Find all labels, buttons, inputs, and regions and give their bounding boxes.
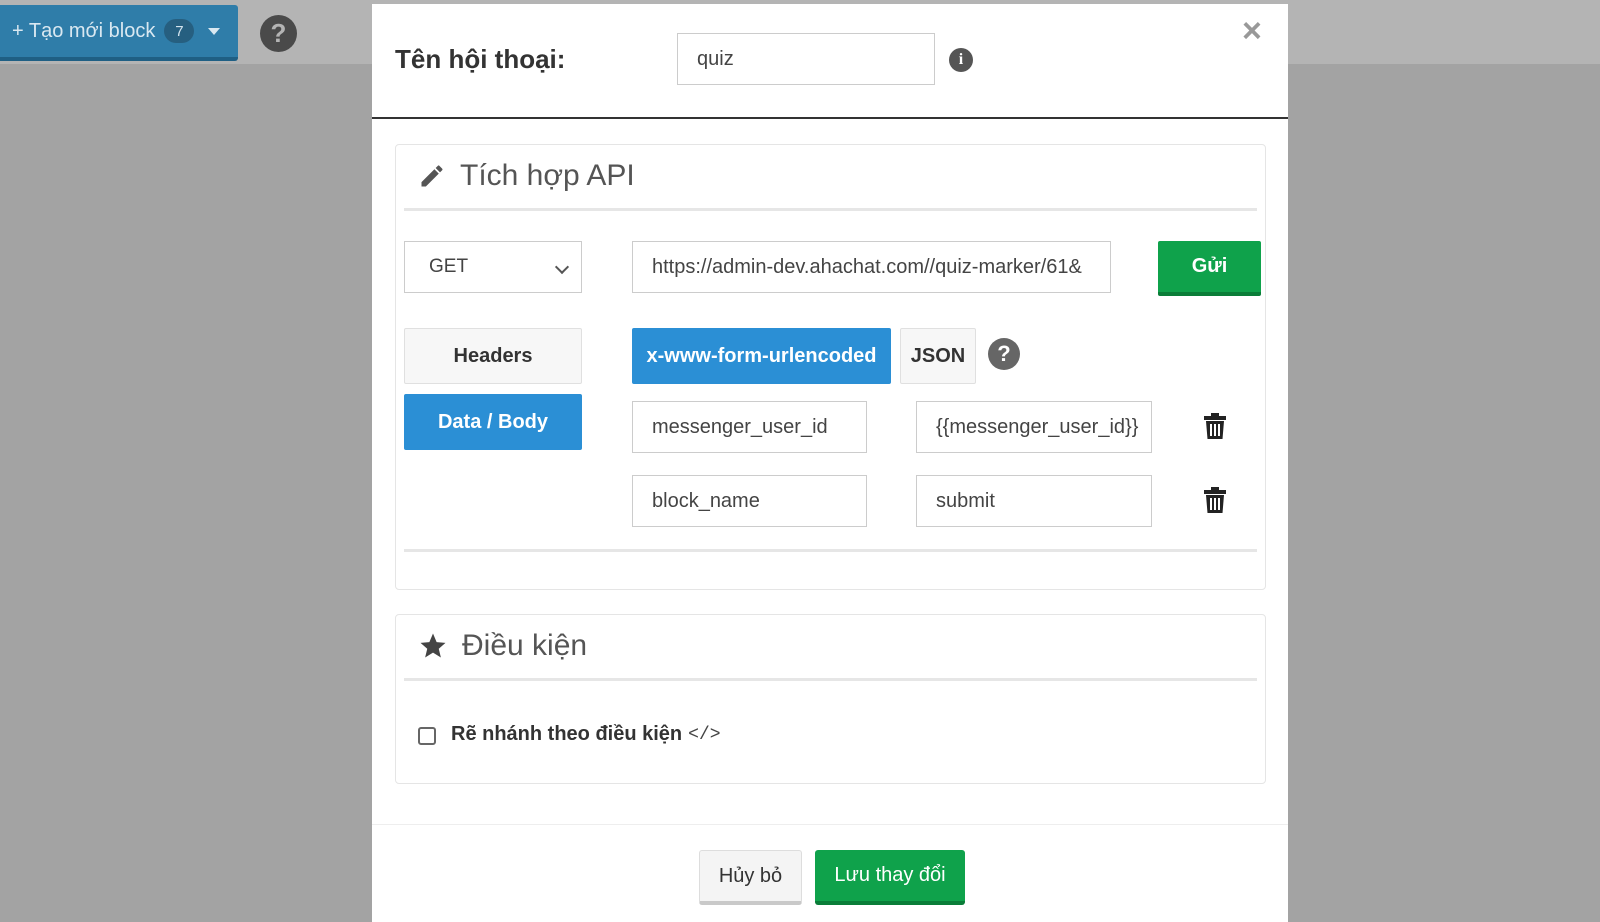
help-icon[interactable]: ? (988, 338, 1020, 370)
star-icon (420, 633, 446, 658)
modal-header: Tên hội thoại: quiz i × (372, 4, 1288, 119)
api-url-input[interactable]: https://admin-dev.ahachat.com//quiz-mark… (632, 241, 1111, 293)
param-value-value: {{messenger_user_id}} (936, 415, 1139, 438)
param-value-input[interactable]: submit (916, 475, 1152, 527)
api-url-value: https://admin-dev.ahachat.com//quiz-mark… (652, 255, 1082, 278)
param-key-value: messenger_user_id (652, 415, 828, 438)
trash-icon[interactable] (1204, 487, 1226, 513)
conversation-name-input[interactable]: quiz (677, 33, 935, 85)
tab-headers[interactable]: Headers (404, 328, 582, 384)
param-value-input[interactable]: {{messenger_user_id}} (916, 401, 1152, 453)
param-key-input[interactable]: block_name (632, 475, 867, 527)
divider (404, 208, 1257, 211)
conditions-panel-title: Điều kiện (418, 629, 587, 663)
param-key-input[interactable]: messenger_user_id (632, 401, 867, 453)
conditions-panel-title-text: Điều kiện (462, 629, 588, 662)
code-icon[interactable]: </> (688, 725, 720, 745)
branch-by-condition-label[interactable]: Rẽ nhánh theo điều kiện </> (451, 723, 721, 746)
param-key-value: block_name (652, 489, 760, 512)
save-changes-button[interactable]: Lưu thay đổi (815, 850, 965, 905)
send-request-button[interactable]: Gửi (1158, 241, 1261, 296)
http-method-value: GET (429, 256, 469, 277)
divider (404, 549, 1257, 552)
api-panel-title: Tích hợp API (418, 159, 635, 193)
edit-block-modal: Tên hội thoại: quiz i × Tích hợp API GET… (372, 4, 1288, 922)
chevron-down-icon (554, 259, 570, 275)
api-panel-title-text: Tích hợp API (460, 159, 635, 192)
conversation-name-value: quiz (697, 47, 734, 70)
conversation-name-label: Tên hội thoại: (395, 44, 566, 74)
branch-label-text: Rẽ nhánh theo điều kiện (451, 723, 683, 745)
divider (404, 678, 1257, 681)
encoding-form-urlencoded-button[interactable]: x-www-form-urlencoded (632, 328, 891, 384)
info-icon[interactable]: i (949, 48, 973, 72)
conditions-panel: Điều kiện Rẽ nhánh theo điều kiện </> (395, 614, 1266, 784)
caret-down-icon (208, 27, 221, 35)
close-icon[interactable]: × (1242, 14, 1262, 48)
create-block-label: + Tạo mới block (12, 19, 156, 42)
api-integration-panel: Tích hợp API GET https://admin-dev.ahach… (395, 144, 1266, 590)
cancel-button[interactable]: Hủy bỏ (699, 850, 802, 905)
branch-by-condition-checkbox[interactable] (418, 727, 436, 745)
encoding-json-button[interactable]: JSON (900, 328, 976, 384)
trash-icon[interactable] (1204, 413, 1226, 439)
modal-footer: Hủy bỏ Lưu thay đổi (372, 824, 1288, 922)
create-block-button[interactable]: + Tạo mới block 7 (0, 5, 238, 61)
help-icon[interactable]: ? (260, 15, 297, 52)
pencil-icon (421, 165, 443, 187)
param-value-value: submit (936, 489, 995, 512)
tab-data-body[interactable]: Data / Body (404, 394, 582, 450)
block-count-badge: 7 (164, 19, 195, 43)
http-method-select[interactable]: GET (404, 241, 582, 293)
